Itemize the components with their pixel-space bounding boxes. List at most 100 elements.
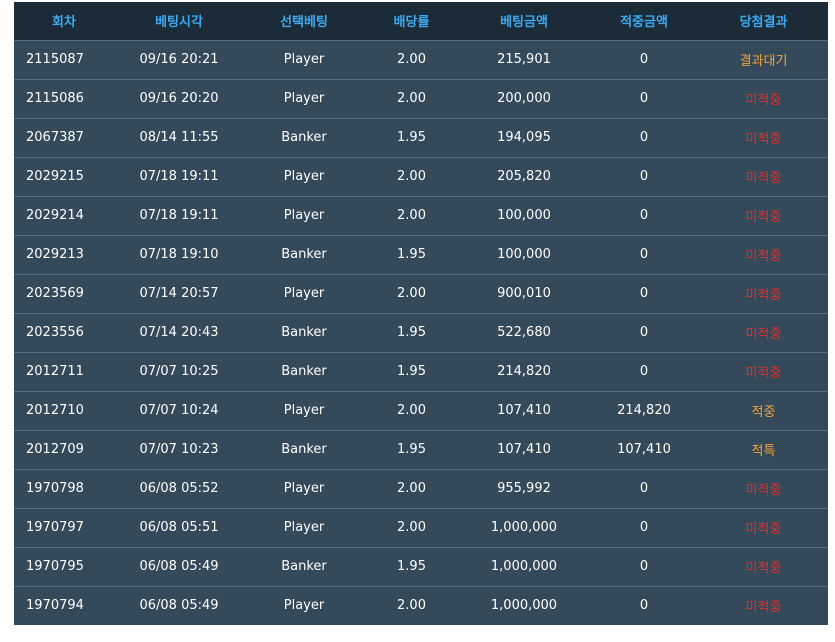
- cell-selection: Banker: [281, 442, 327, 457]
- table-row: 2023556 07/14 20:43 Banker 1.95 522,680 0 미적중: [14, 313, 828, 352]
- cell-selection: Player: [283, 52, 325, 67]
- table-row: 2115086 09/16 20:20 Player 2.00 200,000 0 미적중: [14, 79, 828, 118]
- cell-bet-time: 06/08 05:49: [139, 559, 219, 574]
- cell-bet-amount: 1,000,000: [490, 520, 558, 535]
- cell-result: 미적중: [745, 171, 782, 186]
- cell-bet-amount: 522,680: [497, 325, 551, 340]
- cell-selection: Banker: [281, 247, 327, 262]
- cell-round: 2029214: [26, 208, 84, 223]
- cell-win-amount: 0: [639, 364, 649, 379]
- cell-bet-time: 06/08 05:51: [139, 520, 219, 535]
- bet-history-table: 회차 베팅시각 선택베팅 배당률 베팅금액 적중금액 당첨결과 2115087 0…: [14, 2, 828, 625]
- table-row: 1970798 06/08 05:52 Player 2.00 955,992 0 미적중: [14, 469, 828, 508]
- cell-bet-amount: 1,000,000: [490, 559, 558, 574]
- cell-result: 미적중: [745, 249, 782, 264]
- cell-odds: 1.95: [397, 130, 426, 145]
- cell-round: 2012711: [26, 364, 84, 379]
- cell-bet-time: 08/14 11:55: [139, 130, 219, 145]
- cell-bet-time: 07/18 19:11: [139, 208, 219, 223]
- cell-bet-amount: 107,410: [497, 442, 551, 457]
- cell-bet-time: 07/18 19:11: [139, 169, 219, 184]
- table-row: 2012711 07/07 10:25 Banker 1.95 214,820 0 미적중: [14, 352, 828, 391]
- cell-bet-amount: 100,000: [497, 208, 551, 223]
- cell-round: 1970797: [26, 520, 84, 535]
- cell-round: 2029213: [26, 247, 84, 262]
- cell-odds: 2.00: [397, 169, 426, 184]
- cell-win-amount: 0: [639, 52, 649, 67]
- cell-result: 미적중: [745, 210, 782, 225]
- cell-bet-time: 07/07 10:24: [139, 403, 219, 418]
- cell-odds: 2.00: [397, 208, 426, 223]
- header-bet-amount: 베팅금액: [500, 15, 548, 31]
- header-bet-time: 베팅시각: [155, 15, 203, 31]
- cell-odds: 2.00: [397, 403, 426, 418]
- cell-result: 미적중: [745, 93, 782, 108]
- header-result: 당첨결과: [739, 15, 788, 31]
- cell-bet-time: 09/16 20:21: [139, 52, 219, 67]
- cell-round: 2012710: [26, 403, 84, 418]
- cell-round: 2023569: [26, 286, 84, 301]
- cell-result: 미적중: [745, 600, 782, 616]
- cell-round: 1970798: [26, 481, 84, 496]
- cell-odds: 1.95: [397, 364, 426, 379]
- cell-win-amount: 214,820: [617, 403, 671, 418]
- cell-win-amount: 0: [639, 169, 649, 184]
- cell-selection: Player: [283, 91, 325, 106]
- cell-round: 1970795: [26, 559, 84, 574]
- table-row: 2029215 07/18 19:11 Player 2.00 205,820 0 미적중: [14, 157, 828, 196]
- cell-odds: 2.00: [397, 91, 426, 106]
- cell-round: 1970794: [26, 598, 84, 614]
- table-row: 2023569 07/14 20:57 Player 2.00 900,010 0 미적중: [14, 274, 828, 313]
- cell-round: 2115087: [26, 52, 84, 67]
- cell-selection: Player: [283, 208, 325, 223]
- table-row: 2012710 07/07 10:24 Player 2.00 107,410 214,8…: [14, 391, 828, 430]
- cell-bet-time: 07/07 10:23: [139, 442, 219, 457]
- cell-round: 2012709: [26, 442, 84, 457]
- header-round: 회차: [52, 15, 76, 31]
- table-row: 1970794 06/08 05:49 Player 2.00 1,000,000 0 미적…: [14, 586, 828, 625]
- cell-selection: Player: [283, 520, 325, 535]
- cell-win-amount: 0: [639, 520, 649, 535]
- cell-odds: 1.95: [397, 325, 426, 340]
- cell-bet-time: 06/08 05:49: [139, 598, 219, 614]
- table-row: 1970795 06/08 05:49 Banker 1.95 1,000,000 0 미적…: [14, 547, 828, 586]
- cell-result: 미적중: [745, 132, 782, 147]
- cell-win-amount: 0: [639, 208, 649, 223]
- table-row: 2029213 07/18 19:10 Banker 1.95 100,000 0 미적중: [14, 235, 828, 274]
- cell-win-amount: 0: [639, 130, 649, 145]
- cell-result: 결과대기: [739, 54, 788, 69]
- cell-odds: 2.00: [397, 481, 426, 496]
- cell-bet-amount: 200,000: [497, 91, 551, 106]
- header-selection: 선택베팅: [280, 15, 328, 31]
- cell-selection: Player: [283, 286, 325, 301]
- cell-bet-time: 07/14 20:43: [139, 325, 219, 340]
- cell-win-amount: 0: [639, 91, 649, 106]
- header-win-amount: 적중금액: [620, 15, 668, 31]
- cell-result: 적중: [751, 405, 776, 420]
- cell-bet-time: 09/16 20:20: [139, 91, 219, 106]
- cell-win-amount: 0: [639, 325, 649, 340]
- cell-odds: 1.95: [397, 247, 426, 262]
- cell-win-amount: 0: [639, 286, 649, 301]
- cell-result: 미적중: [745, 483, 782, 498]
- cell-round: 2115086: [26, 91, 84, 106]
- cell-selection: Banker: [281, 559, 327, 574]
- table-row: 2067387 08/14 11:55 Banker 1.95 194,095 0 미적중: [14, 118, 828, 157]
- cell-result: 적특: [751, 444, 776, 459]
- table-row: 2029214 07/18 19:11 Player 2.00 100,000 0 미적중: [14, 196, 828, 235]
- table-row: 2012709 07/07 10:23 Banker 1.95 107,410 107,4…: [14, 430, 828, 469]
- cell-bet-time: 06/08 05:52: [139, 481, 219, 496]
- cell-bet-amount: 215,901: [497, 52, 551, 67]
- cell-result: 미적중: [745, 288, 782, 303]
- cell-win-amount: 0: [639, 559, 649, 574]
- cell-round: 2023556: [26, 325, 84, 340]
- cell-bet-amount: 955,992: [497, 481, 551, 496]
- cell-bet-amount: 100,000: [497, 247, 551, 262]
- cell-win-amount: 107,410: [617, 442, 671, 457]
- cell-bet-time: 07/14 20:57: [139, 286, 219, 301]
- cell-result: 미적중: [745, 561, 782, 576]
- cell-bet-amount: 1,000,000: [490, 598, 558, 614]
- cell-result: 미적중: [745, 366, 782, 381]
- cell-bet-amount: 214,820: [497, 364, 551, 379]
- cell-odds: 2.00: [397, 598, 426, 614]
